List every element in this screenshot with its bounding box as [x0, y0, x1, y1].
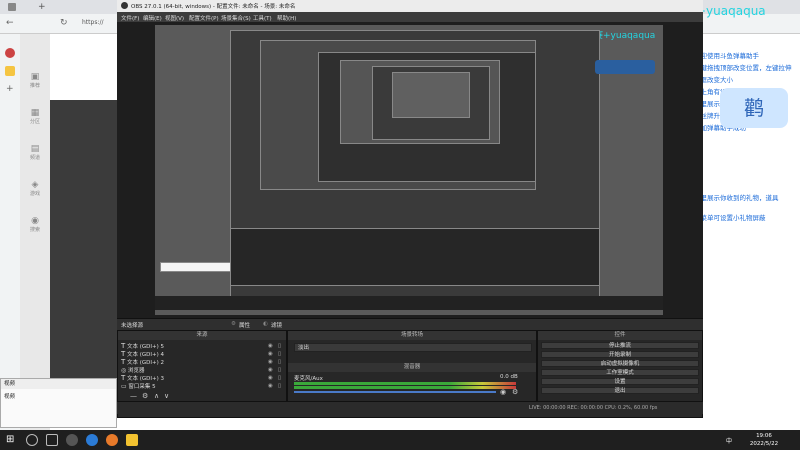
controls-title: 控件: [538, 331, 702, 340]
windows-taskbar: [0, 430, 800, 450]
obs-taskbar-icon[interactable]: [66, 434, 78, 446]
move-down-icon[interactable]: ∨: [164, 392, 169, 400]
no-source-selected: 未选择源: [121, 323, 144, 329]
site-nav-category[interactable]: ▦ 分区: [22, 108, 48, 132]
source-item[interactable]: T 文本 (GDI+) 4: [121, 350, 164, 358]
menu-scene-collection[interactable]: 场景集合(S): [221, 14, 251, 22]
obs-status-bar: LIVE: 00:00:00 REC: 00:00:00 CPU: 0.2%, …: [117, 402, 703, 414]
sources-dock: 来源 T 文本 (GDI+) 5 T 文本 (GDI+) 4 T 文本 (GDI…: [117, 330, 287, 402]
menu-tools[interactable]: 工具(T): [253, 14, 272, 22]
sidebar-add-icon[interactable]: +: [6, 84, 14, 94]
source-item[interactable]: ▭ 窗口采集 5: [121, 382, 156, 390]
start-icon[interactable]: ⊞: [6, 434, 18, 446]
task-view-icon[interactable]: [46, 434, 58, 446]
mixer-title: 混音器: [288, 363, 536, 372]
back-icon[interactable]: ←: [6, 18, 14, 28]
browser-tab-icon[interactable]: [8, 3, 16, 11]
docks-header: 未选择源 ⚙ 属性 ◐ 滤镜: [117, 318, 703, 330]
settings-button[interactable]: 设置: [541, 378, 699, 385]
add-source-icon[interactable]: —: [130, 392, 137, 400]
audio-meter: [294, 382, 516, 385]
start-recording-button[interactable]: 开始录制: [541, 351, 699, 358]
filters-button[interactable]: 滤镜: [271, 321, 282, 329]
obs-logo-icon: [121, 2, 128, 9]
obs-menu-bar: 文件(F) 编辑(E) 视图(V) 配置文件(P) 场景集合(S) 工具(T) …: [117, 12, 703, 22]
address-bar[interactable]: https://: [82, 19, 104, 26]
properties-button[interactable]: 属性: [239, 321, 250, 329]
chat-line: 欢迎使用斗鱼弹幕助手: [694, 52, 759, 60]
virtual-camera-button[interactable]: 启动虚拟摄像机: [541, 360, 699, 367]
browser-sidebar: +: [0, 34, 20, 430]
taskbar-clock[interactable]: 19:06 2022/5/22: [744, 432, 784, 448]
input-language[interactable]: 中: [726, 436, 732, 445]
source-item[interactable]: T 文本 (GDI+) 2: [121, 358, 164, 366]
move-up-icon[interactable]: ∧: [154, 392, 159, 400]
mini-dialog: 视频 视频: [0, 378, 117, 428]
folder-taskbar-icon[interactable]: [126, 434, 138, 446]
search-icon[interactable]: [26, 434, 38, 446]
menu-view[interactable]: 视图(V): [165, 14, 184, 22]
volume-slider[interactable]: [294, 391, 496, 393]
menu-help[interactable]: 帮助(H): [277, 14, 296, 22]
sticker-image: 鹳: [720, 88, 788, 128]
source-item[interactable]: T 文本 (GDI+) 3: [121, 374, 164, 382]
site-nav-game[interactable]: ◈ 游戏: [22, 180, 48, 204]
menu-edit[interactable]: 编辑(E): [143, 14, 162, 22]
sources-title: 来源: [118, 331, 286, 340]
sidebar-app-icon[interactable]: [5, 48, 15, 58]
firefox-taskbar-icon[interactable]: [106, 434, 118, 446]
clock-time: 19:06: [756, 433, 772, 439]
source-item[interactable]: ◎ 浏览器: [121, 366, 145, 374]
properties-gear-icon[interactable]: ⚙: [231, 321, 236, 327]
clock-date: 2022/5/22: [749, 441, 779, 447]
studio-mode-button[interactable]: 工作室模式: [541, 369, 699, 376]
lock-icon[interactable]: ▯ ▯ ▯ ▯ ▯ ▯: [278, 342, 281, 390]
exit-button[interactable]: 退出: [541, 387, 699, 394]
nested-chat-badge: [595, 60, 655, 74]
stop-streaming-button[interactable]: 停止推流: [541, 342, 699, 349]
mixer-gear-icon[interactable]: ⚙: [512, 388, 518, 396]
site-nav-recommend[interactable]: ▣ 推荐: [22, 72, 48, 96]
edge-taskbar-icon[interactable]: [86, 434, 98, 446]
audio-meter: [294, 386, 516, 389]
visibility-eye-icon[interactable]: ◉ ◉ ◉ ◉ ◉ ◉: [268, 342, 273, 390]
gift-line: 点菜单可设置小礼物屏蔽: [694, 214, 766, 222]
mixer-db: 0.0 dB: [500, 374, 518, 380]
nested-taskbar: [155, 296, 663, 310]
mixer-track-name: 麦克风/Aux: [294, 376, 323, 382]
mini-dialog-body: 视频: [4, 394, 16, 400]
site-nav-channel[interactable]: ▤ 频道: [22, 144, 48, 168]
menu-profile[interactable]: 配置文件(P): [189, 14, 219, 22]
menu-file[interactable]: 文件(F): [121, 14, 139, 22]
refresh-icon[interactable]: ↻: [60, 18, 68, 28]
obs-title: OBS 27.0.1 (64-bit, windows) - 配置文件: 未命名…: [131, 4, 296, 10]
status-text: LIVE: 00:00:00 REC: 00:00:00 CPU: 0.2%, …: [529, 405, 658, 411]
video-player-area[interactable]: [50, 100, 117, 400]
nested-docks: [230, 228, 600, 286]
sidebar-app-icon-2[interactable]: [5, 66, 15, 76]
new-tab-icon[interactable]: +: [38, 2, 46, 12]
chat-line: 左键拖拽顶部改变位置，左键拉伸: [694, 64, 792, 72]
nested-preview-3: [392, 72, 470, 118]
site-nav-search[interactable]: ◉ 搜索: [22, 216, 48, 240]
source-settings-gear-icon[interactable]: ⚙: [142, 392, 148, 400]
source-item[interactable]: T 文本 (GDI+) 5: [121, 342, 164, 350]
transition-select[interactable]: 淡出: [294, 343, 532, 352]
controls-dock: 控件 停止推流 开始录制 启动虚拟摄像机 工作室模式 设置 退出: [537, 330, 703, 402]
gift-line: 这里展示你收到的礼物，道具: [694, 194, 779, 202]
speaker-icon[interactable]: ◉: [500, 388, 506, 396]
transitions-title: 场景转场: [288, 331, 536, 340]
nested-white-bar: [160, 262, 232, 272]
filters-icon[interactable]: ◐: [263, 321, 268, 327]
mini-dialog-title: 视频: [1, 379, 116, 389]
mixer-dock: 场景转场 淡出 混音器 麦克风/Aux 0.0 dB ◉ ⚙: [287, 330, 537, 402]
obs-title-bar: OBS 27.0.1 (64-bit, windows) - 配置文件: 未命名…: [117, 0, 703, 12]
